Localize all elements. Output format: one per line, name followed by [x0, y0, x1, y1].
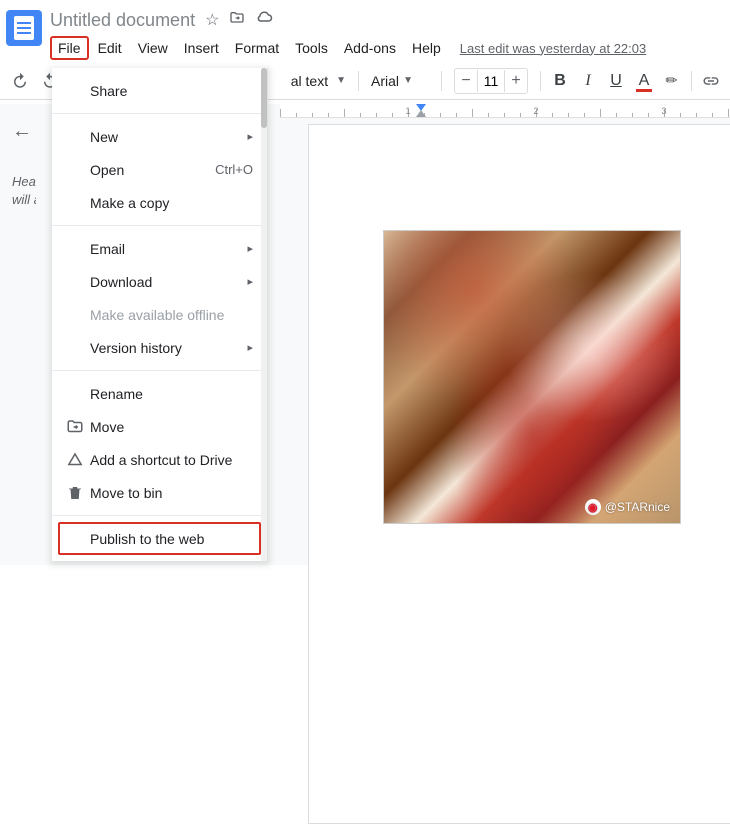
file-menu-add-shortcut[interactable]: Add a shortcut to Drive: [52, 443, 267, 476]
outline-back-arrow[interactable]: ←: [12, 120, 36, 143]
submenu-arrow-icon: ▸: [247, 275, 253, 288]
move-folder-icon[interactable]: [229, 10, 245, 31]
menu-addons[interactable]: Add-ons: [337, 36, 403, 60]
file-dropdown-menu: Share New ▸ Open Ctrl+O Make a copy Emai…: [52, 68, 268, 561]
chevron-down-icon: ▼: [336, 75, 346, 86]
file-menu-open[interactable]: Open Ctrl+O: [52, 153, 267, 186]
move-icon: [66, 418, 90, 436]
document-title[interactable]: Untitled document: [50, 10, 195, 31]
file-menu-email[interactable]: Email ▸: [52, 232, 267, 265]
star-icon[interactable]: ☆: [205, 10, 219, 30]
file-menu-download[interactable]: Download ▸: [52, 265, 267, 298]
image-watermark: ◉ @STARnice: [585, 499, 670, 515]
bold-button[interactable]: B: [547, 68, 573, 94]
file-menu-new[interactable]: New ▸: [52, 120, 267, 153]
last-edit-link[interactable]: Last edit was yesterday at 22:03: [460, 41, 646, 56]
docs-app-icon[interactable]: [6, 10, 42, 46]
file-menu-share[interactable]: Share: [52, 74, 267, 107]
font-select[interactable]: Arial▼: [365, 69, 435, 93]
text-color-button[interactable]: A: [631, 68, 657, 94]
menu-view[interactable]: View: [131, 36, 175, 60]
menu-file[interactable]: File: [50, 36, 89, 60]
file-menu-version-history[interactable]: Version history ▸: [52, 331, 267, 364]
trash-icon: [66, 484, 90, 502]
highlight-button[interactable]: ✎: [659, 68, 685, 94]
file-menu-rename[interactable]: Rename: [52, 377, 267, 410]
weibo-icon: ◉: [585, 499, 601, 515]
drive-shortcut-icon: [66, 451, 90, 469]
menu-insert[interactable]: Insert: [177, 36, 226, 60]
menubar: File Edit View Insert Format Tools Add-o…: [50, 34, 724, 62]
font-size-increase[interactable]: +: [505, 69, 527, 93]
horizontal-ruler[interactable]: 123456: [280, 104, 730, 118]
submenu-arrow-icon: ▸: [247, 130, 253, 143]
file-menu-make-copy[interactable]: Make a copy: [52, 186, 267, 219]
submenu-arrow-icon: ▸: [247, 341, 253, 354]
outline-placeholder: Headwill a: [12, 173, 36, 209]
submenu-arrow-icon: ▸: [247, 242, 253, 255]
font-size-input[interactable]: 11: [477, 70, 505, 92]
paragraph-style-select[interactable]: al text▼: [285, 69, 352, 93]
insert-link-button[interactable]: [698, 68, 724, 94]
file-menu-offline: Make available offline: [52, 298, 267, 331]
cloud-status-icon[interactable]: [255, 9, 273, 32]
font-size-decrease[interactable]: −: [455, 69, 477, 93]
file-menu-publish-web[interactable]: Publish to the web: [58, 522, 261, 555]
menu-edit[interactable]: Edit: [91, 36, 129, 60]
chevron-down-icon: ▼: [403, 75, 413, 86]
undo-button[interactable]: [6, 67, 34, 95]
menu-help[interactable]: Help: [405, 36, 448, 60]
underline-button[interactable]: U: [603, 68, 629, 94]
document-embedded-image[interactable]: ◉ @STARnice: [383, 230, 681, 524]
menu-tools[interactable]: Tools: [288, 36, 335, 60]
file-menu-move[interactable]: Move: [52, 410, 267, 443]
menu-format[interactable]: Format: [228, 36, 286, 60]
italic-button[interactable]: I: [575, 68, 601, 94]
file-menu-move-bin[interactable]: Move to bin: [52, 476, 267, 509]
